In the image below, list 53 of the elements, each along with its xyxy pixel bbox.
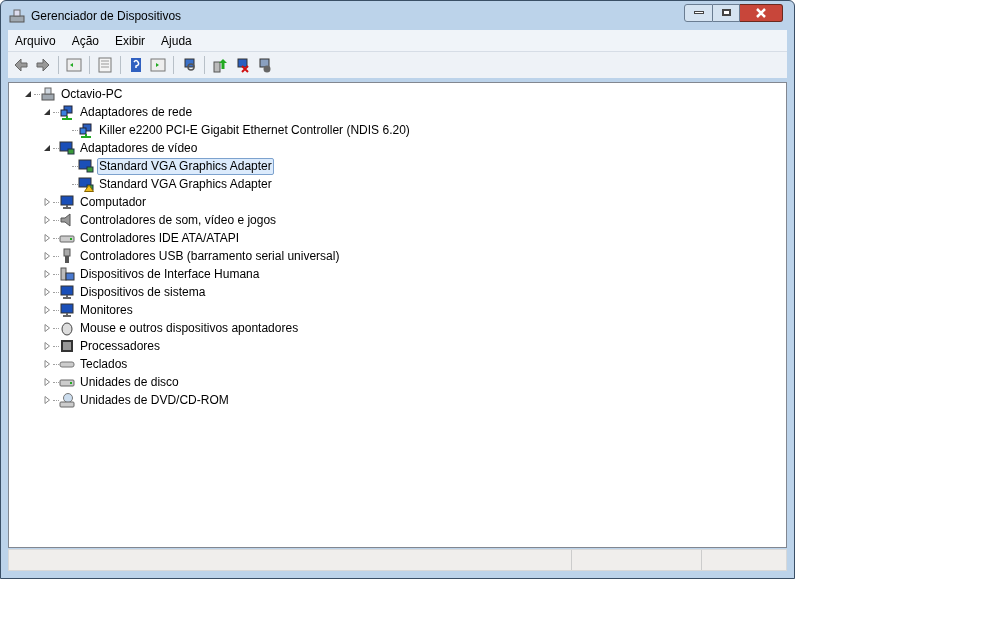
tree-item[interactable]: Mouse e outros dispositivos apontadores: [78, 319, 301, 337]
tree-view-icon[interactable]: [66, 57, 82, 73]
panel-icon[interactable]: [150, 57, 166, 73]
tree-item[interactable]: Standard VGA Graphics Adapter: [97, 157, 274, 175]
scan-icon[interactable]: [181, 57, 197, 73]
minimize-button[interactable]: [684, 3, 713, 22]
device-icon: [40, 86, 56, 102]
tree-item[interactable]: Controladores IDE ATA/ATAPI: [78, 229, 242, 247]
disable-device-icon[interactable]: [234, 57, 250, 73]
tree-item[interactable]: Adaptadores de vídeo: [78, 139, 200, 157]
back-arrow-icon[interactable]: [13, 57, 29, 73]
tree-item[interactable]: Controladores de som, vídeo e jogos: [78, 211, 279, 229]
expander-icon[interactable]: [43, 108, 51, 116]
close-icon: [755, 7, 767, 18]
device-icon: [59, 266, 75, 282]
tree-item[interactable]: Teclados: [78, 355, 130, 373]
device-icon: [59, 194, 75, 210]
device-icon: [59, 284, 75, 300]
tree-item[interactable]: Adaptadores de rede: [78, 103, 195, 121]
expander-icon[interactable]: [24, 90, 32, 98]
tree-item[interactable]: Controladores USB (barramento serial universal): [78, 247, 342, 265]
minimize-icon: [693, 11, 704, 14]
device-icon: [59, 140, 75, 156]
tree-item[interactable]: Unidades de DVD/CD-ROM: [78, 391, 231, 409]
tree-item[interactable]: Monitores: [78, 301, 135, 319]
tree-item[interactable]: Octavio-PC: [59, 85, 125, 103]
device-icon: [59, 320, 75, 336]
menu-item[interactable]: Exibir: [110, 31, 151, 50]
device-icon: [59, 338, 75, 354]
device-icon: [59, 302, 75, 318]
maximize-icon: [721, 9, 731, 16]
tree-item[interactable]: Computador: [78, 193, 149, 211]
device-icon: [59, 392, 75, 408]
window-title: Gerenciador de Dispositivos: [31, 7, 182, 25]
uninstall-icon[interactable]: [256, 57, 272, 73]
tree-item[interactable]: Unidades de disco: [78, 373, 181, 391]
close-button[interactable]: [740, 3, 783, 22]
tree-item[interactable]: Dispositivos de sistema: [78, 283, 208, 301]
menu-item[interactable]: Ajuda: [156, 31, 197, 50]
update-driver-icon[interactable]: [212, 57, 228, 73]
maximize-button[interactable]: [713, 3, 740, 22]
tree-item[interactable]: Processadores: [78, 337, 163, 355]
device-icon: [59, 104, 75, 120]
tree-item[interactable]: Dispositivos de Interface Humana: [78, 265, 262, 283]
tree-item[interactable]: Killer e2200 PCI-E Gigabit Ethernet Controller (NDIS 6.20): [97, 121, 412, 139]
tree-item[interactable]: Standard VGA Graphics Adapter: [97, 175, 274, 193]
forward-arrow-icon[interactable]: [35, 57, 51, 73]
device-manager-icon: [9, 7, 25, 24]
menu-item[interactable]: Arquivo: [10, 31, 61, 50]
menu-item[interactable]: Ação: [66, 31, 105, 50]
properties-icon[interactable]: [97, 57, 113, 73]
help-icon[interactable]: [128, 57, 144, 73]
expander-icon[interactable]: [43, 144, 51, 152]
